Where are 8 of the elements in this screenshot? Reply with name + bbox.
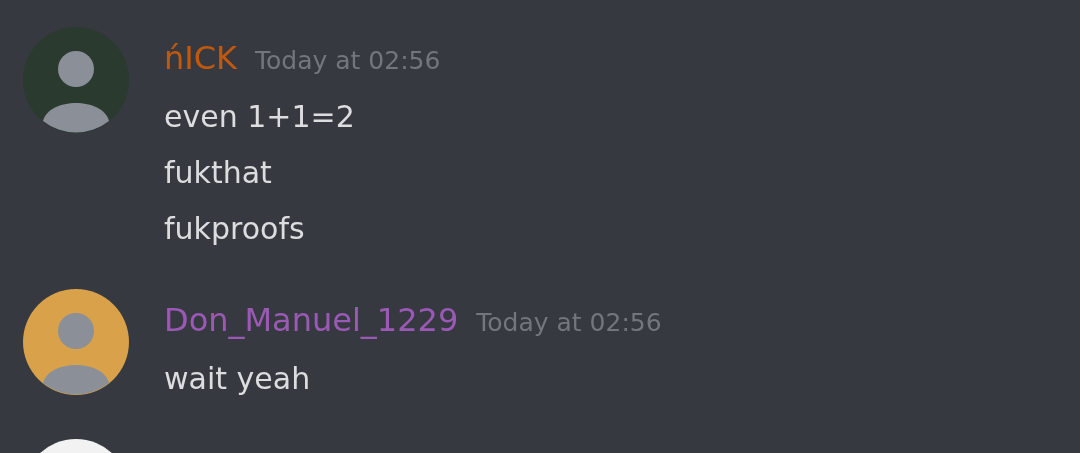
username[interactable]: ńICK	[164, 39, 238, 77]
message-text: fukproofs	[164, 210, 306, 248]
message-text: even 1+1=2	[164, 98, 356, 136]
timestamp: Today at 02:56	[255, 46, 441, 75]
message-text: fukthat	[164, 154, 273, 192]
username[interactable]: Don_Manuel_1229	[164, 301, 459, 339]
timestamp: Today at 02:56	[476, 308, 662, 337]
message-text: wait yeah	[164, 360, 312, 398]
